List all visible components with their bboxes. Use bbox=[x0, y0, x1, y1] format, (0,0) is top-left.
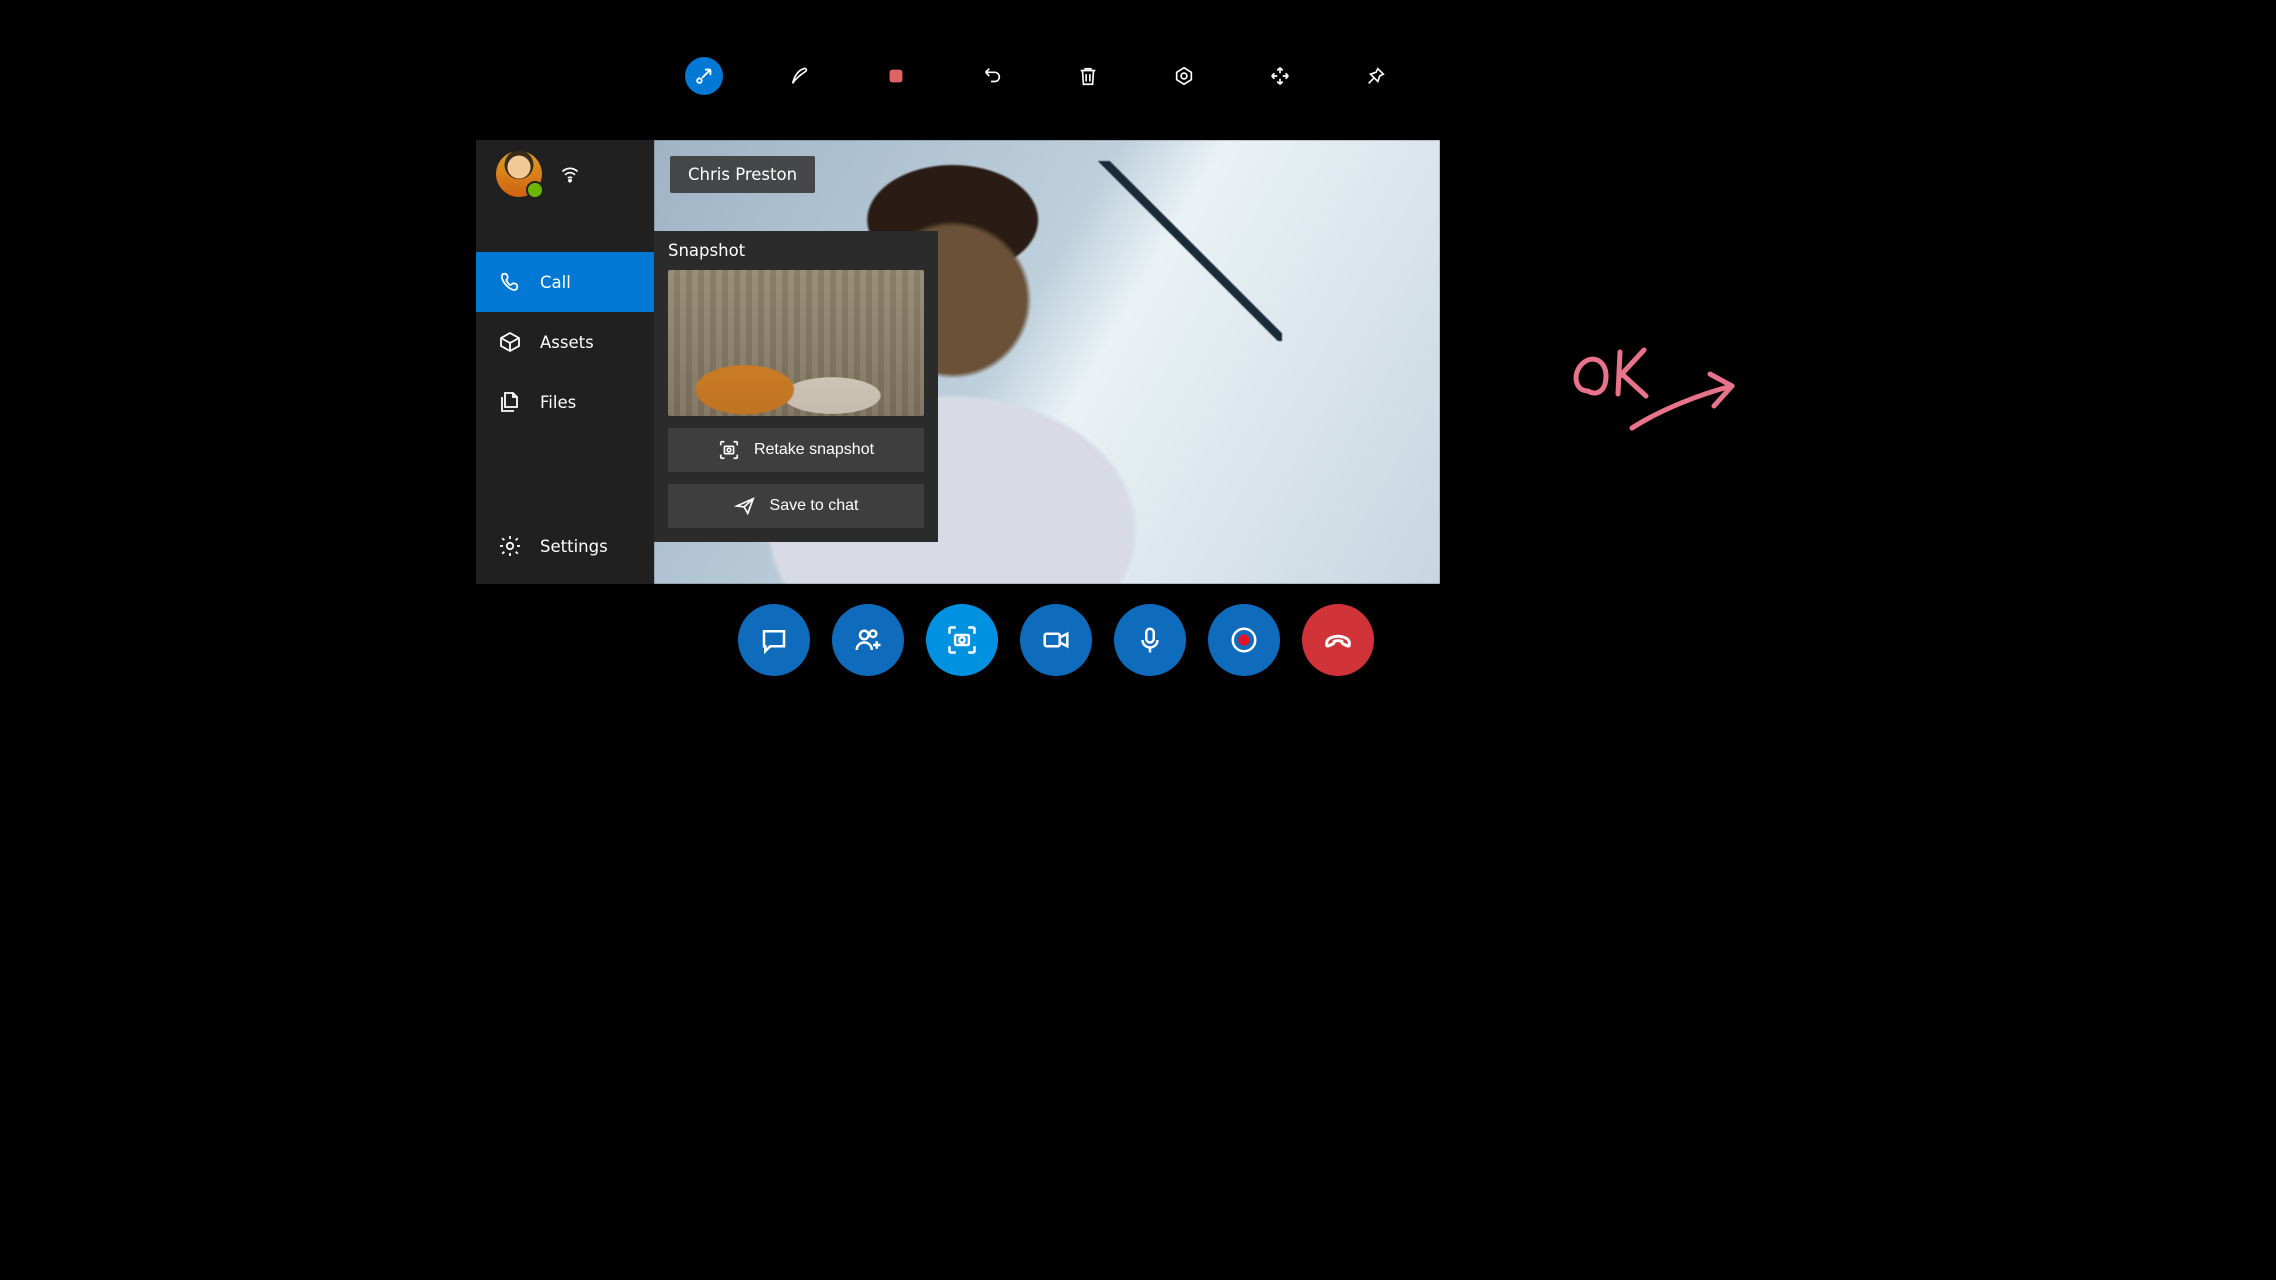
caller-name-badge: Chris Preston bbox=[670, 156, 815, 193]
delete-button[interactable] bbox=[1069, 57, 1107, 95]
save-label: Save to chat bbox=[770, 497, 859, 515]
nav: Call Assets Files bbox=[476, 252, 654, 432]
record-button[interactable] bbox=[1208, 604, 1280, 676]
files-icon bbox=[498, 390, 522, 414]
snip-minimize-button[interactable] bbox=[685, 57, 723, 95]
camera-capture-icon bbox=[718, 439, 740, 461]
avatar[interactable] bbox=[496, 151, 542, 197]
undo-icon bbox=[981, 65, 1003, 87]
retake-label: Retake snapshot bbox=[754, 441, 874, 459]
stop-button[interactable] bbox=[877, 57, 915, 95]
end-call-button[interactable] bbox=[1302, 604, 1374, 676]
gear-icon bbox=[498, 534, 522, 558]
stop-icon bbox=[885, 65, 907, 87]
retake-snapshot-button[interactable]: Retake snapshot bbox=[668, 428, 924, 472]
lens-icon bbox=[1173, 65, 1195, 87]
nav-label: Assets bbox=[540, 333, 594, 352]
snapshot-button[interactable] bbox=[926, 604, 998, 676]
phone-icon bbox=[498, 270, 522, 294]
sidebar: Call Assets Files bbox=[476, 140, 654, 584]
trash-icon bbox=[1077, 65, 1099, 87]
undo-button[interactable] bbox=[973, 57, 1011, 95]
profile-row bbox=[476, 140, 654, 208]
chat-button[interactable] bbox=[738, 604, 810, 676]
remote-assist-window: Call Assets Files bbox=[476, 140, 1440, 584]
hangup-icon bbox=[1323, 625, 1353, 655]
record-icon bbox=[1229, 625, 1259, 655]
save-to-chat-button[interactable]: Save to chat bbox=[668, 484, 924, 528]
mic-button[interactable] bbox=[1114, 604, 1186, 676]
camera-capture-icon bbox=[947, 625, 977, 655]
add-participant-button[interactable] bbox=[832, 604, 904, 676]
snapshot-thumbnail[interactable] bbox=[668, 270, 924, 416]
snip-toolbar bbox=[590, 55, 1520, 97]
pin-icon bbox=[1365, 65, 1387, 87]
move-arrows-icon bbox=[1269, 65, 1291, 87]
snapshot-title: Snapshot bbox=[668, 241, 924, 260]
pin-button[interactable] bbox=[1357, 57, 1395, 95]
chat-icon bbox=[759, 625, 789, 655]
lens-button[interactable] bbox=[1165, 57, 1203, 95]
call-controls bbox=[738, 604, 1374, 676]
video-icon bbox=[1041, 625, 1071, 655]
nav-item-settings[interactable]: Settings bbox=[476, 516, 654, 576]
box-icon bbox=[498, 330, 522, 354]
video-area: Chris Preston Snapshot Retake snapshot S… bbox=[654, 140, 1440, 584]
move-button[interactable] bbox=[1261, 57, 1299, 95]
send-icon bbox=[734, 495, 756, 517]
minimize-icon bbox=[693, 65, 715, 87]
video-button[interactable] bbox=[1020, 604, 1092, 676]
nav-label: Call bbox=[540, 273, 571, 292]
nav-item-assets[interactable]: Assets bbox=[476, 312, 654, 372]
people-add-icon bbox=[853, 625, 883, 655]
pen-icon bbox=[789, 65, 811, 87]
pen-button[interactable] bbox=[781, 57, 819, 95]
presence-available-icon bbox=[526, 181, 544, 199]
microphone-icon bbox=[1135, 625, 1165, 655]
snapshot-popover: Snapshot Retake snapshot Save to chat bbox=[654, 231, 938, 542]
nav-item-call[interactable]: Call bbox=[476, 252, 654, 312]
ink-annotation bbox=[1560, 336, 1760, 446]
nav-label: Files bbox=[540, 393, 576, 412]
nav-label: Settings bbox=[540, 537, 608, 556]
nav-item-files[interactable]: Files bbox=[476, 372, 654, 432]
wifi-icon bbox=[560, 164, 580, 184]
